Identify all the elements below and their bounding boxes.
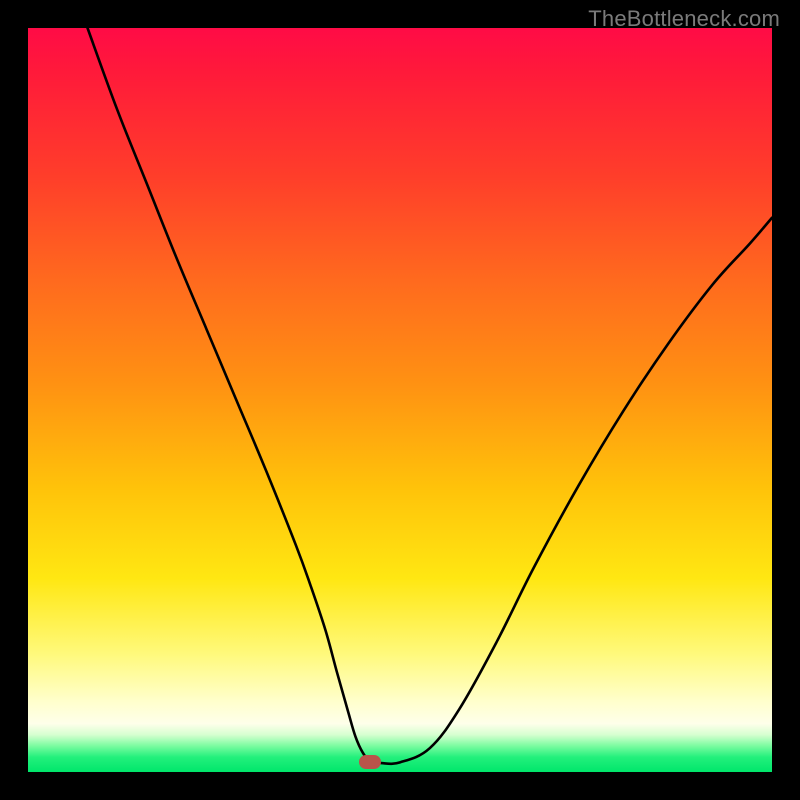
plot-area <box>28 28 772 772</box>
optimal-point-marker <box>359 755 381 769</box>
bottleneck-curve <box>28 28 772 772</box>
chart-frame: TheBottleneck.com <box>0 0 800 800</box>
